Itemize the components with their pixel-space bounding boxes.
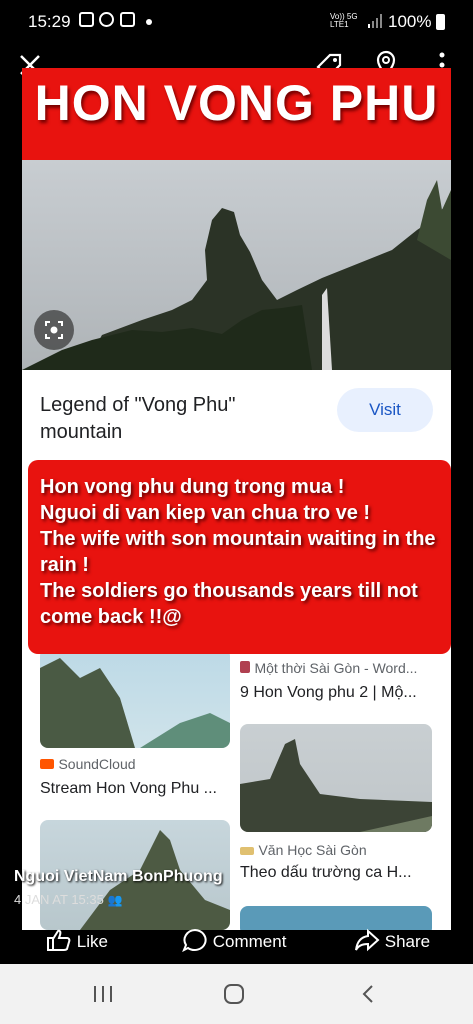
result-title[interactable]: Legend of "Vong Phu" mountain — [40, 392, 320, 446]
post-date-text: 4 JAN AT 15:35 — [14, 892, 104, 907]
card-source-label: Văn Học Sài Gòn — [258, 842, 367, 858]
share-label: Share — [384, 932, 431, 951]
caption-line: Hon vong phu dung trong mua ! — [40, 476, 345, 498]
thumbs-up-icon — [47, 929, 71, 951]
comment-label: Comment — [212, 932, 287, 951]
back-icon[interactable] — [360, 984, 376, 1004]
share-icon — [355, 928, 380, 952]
like-button[interactable]: Like — [46, 928, 108, 952]
network-sub: LTE1 — [330, 20, 349, 29]
soundcloud-icon — [40, 759, 54, 769]
lens-icon[interactable] — [34, 310, 74, 350]
title-banner: HON VONG PHU — [22, 68, 451, 160]
home-icon[interactable] — [223, 983, 245, 1005]
friends-icon: 👥 — [107, 893, 123, 907]
card-source: Một thời Sài Gòn - Word... — [240, 660, 417, 678]
mountain-silhouette — [22, 180, 451, 370]
post-date: 4 JAN AT 15:35 👥 — [14, 892, 122, 907]
site-icon — [240, 661, 250, 673]
card-source-label: SoundCloud — [58, 756, 136, 772]
signal-icon — [368, 14, 382, 28]
card-source: Văn Học Sài Gòn — [240, 842, 367, 860]
card-thumbnail[interactable] — [40, 648, 230, 748]
network-indicator: Vo)) 5G LTE1 — [330, 13, 358, 29]
recent-apps-icon[interactable] — [92, 984, 114, 1004]
site-icon — [240, 847, 254, 855]
caption-box: Hon vong phu dung trong mua ! Nguoi di v… — [28, 460, 451, 654]
card-thumbnail[interactable] — [240, 724, 432, 832]
qr-icon — [120, 12, 135, 27]
shared-image[interactable]: HON VONG PHU Legend of "Vong Phu" mounta… — [22, 68, 451, 930]
card-title[interactable]: Stream Hon Vong Phu ... — [40, 780, 235, 798]
like-label: Like — [76, 932, 108, 951]
visit-button[interactable]: Visit — [337, 388, 433, 432]
gallery-icon — [79, 12, 94, 27]
caption-line: The soldiers go thousands years till not… — [40, 580, 418, 628]
navigation-bar — [0, 964, 473, 1024]
post-actions: Like Comment Share — [0, 920, 473, 962]
comment-icon — [182, 928, 207, 953]
chrome-icon — [99, 12, 114, 27]
post-author[interactable]: Nguoi VietNam BonPhuong — [14, 868, 223, 886]
caption-text: Hon vong phu dung trong mua ! Nguoi di v… — [40, 474, 445, 630]
caption-line: Nguoi di van kiep van chua tro ve ! — [40, 502, 371, 524]
card-title[interactable]: 9 Hon Vong phu 2 | Mộ... — [240, 684, 440, 702]
banner-title: HON VONG PHU — [34, 75, 439, 131]
comment-button[interactable]: Comment — [182, 928, 287, 953]
share-button[interactable]: Share — [354, 928, 430, 952]
battery-percent: 100% — [388, 12, 432, 31]
status-bar: 15:29 Vo)) 5G LTE1 100% — [0, 0, 473, 44]
card-title[interactable]: Theo dấu trường ca H... — [240, 864, 440, 882]
caption-line: The wife with son mountain waiting in th… — [40, 528, 436, 576]
notification-dot-icon — [146, 19, 152, 25]
card-source-label: Một thời Sài Gòn - Word... — [254, 660, 418, 676]
card-source: SoundCloud — [40, 756, 136, 774]
battery-icon — [436, 14, 445, 30]
status-time: 15:29 — [28, 12, 71, 31]
mountain-photo — [22, 160, 451, 370]
